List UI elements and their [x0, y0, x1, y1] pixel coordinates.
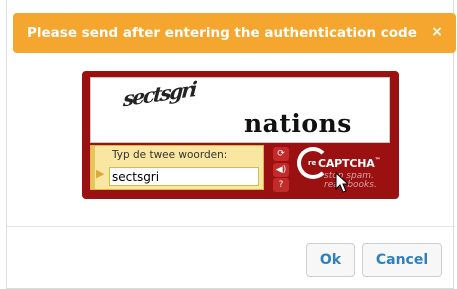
mouse-cursor-icon	[335, 172, 350, 193]
arrow-right-icon: ▶	[96, 167, 105, 180]
input-panel-bar	[91, 146, 95, 189]
audio-icon: ◀)	[275, 165, 287, 175]
close-button[interactable]: ×	[428, 23, 446, 41]
captcha-word-2: nations	[244, 109, 352, 138]
dialog-header: Please send after entering the authentic…	[13, 13, 456, 53]
recaptcha-logo-prefix: re	[308, 159, 317, 167]
captcha-instruction: Typ de twee woorden:	[112, 149, 228, 161]
recaptcha-widget: sectsgri nations ▶ Typ de twee woorden: …	[82, 71, 399, 199]
dialog-title: Please send after entering the authentic…	[27, 25, 417, 41]
captcha-answer-input[interactable]	[109, 167, 259, 186]
captcha-word-1: sectsgri	[122, 77, 197, 112]
help-button[interactable]: ?	[273, 178, 289, 192]
refresh-icon: ⟳	[277, 149, 285, 159]
footer-divider	[7, 226, 455, 227]
captcha-input-panel: ▶ Typ de twee woorden:	[90, 145, 264, 190]
help-icon: ?	[278, 180, 284, 190]
audio-button[interactable]: ◀)	[273, 163, 289, 177]
ok-button[interactable]: Ok	[306, 243, 355, 277]
refresh-button[interactable]: ⟳	[273, 147, 289, 161]
recaptcha-logo-name: CAPTCHA™	[318, 157, 381, 170]
captcha-image: sectsgri nations	[90, 77, 390, 143]
cancel-button[interactable]: Cancel	[362, 243, 442, 277]
close-icon: ×	[431, 24, 443, 40]
auth-dialog: Please send after entering the authentic…	[6, 0, 456, 289]
